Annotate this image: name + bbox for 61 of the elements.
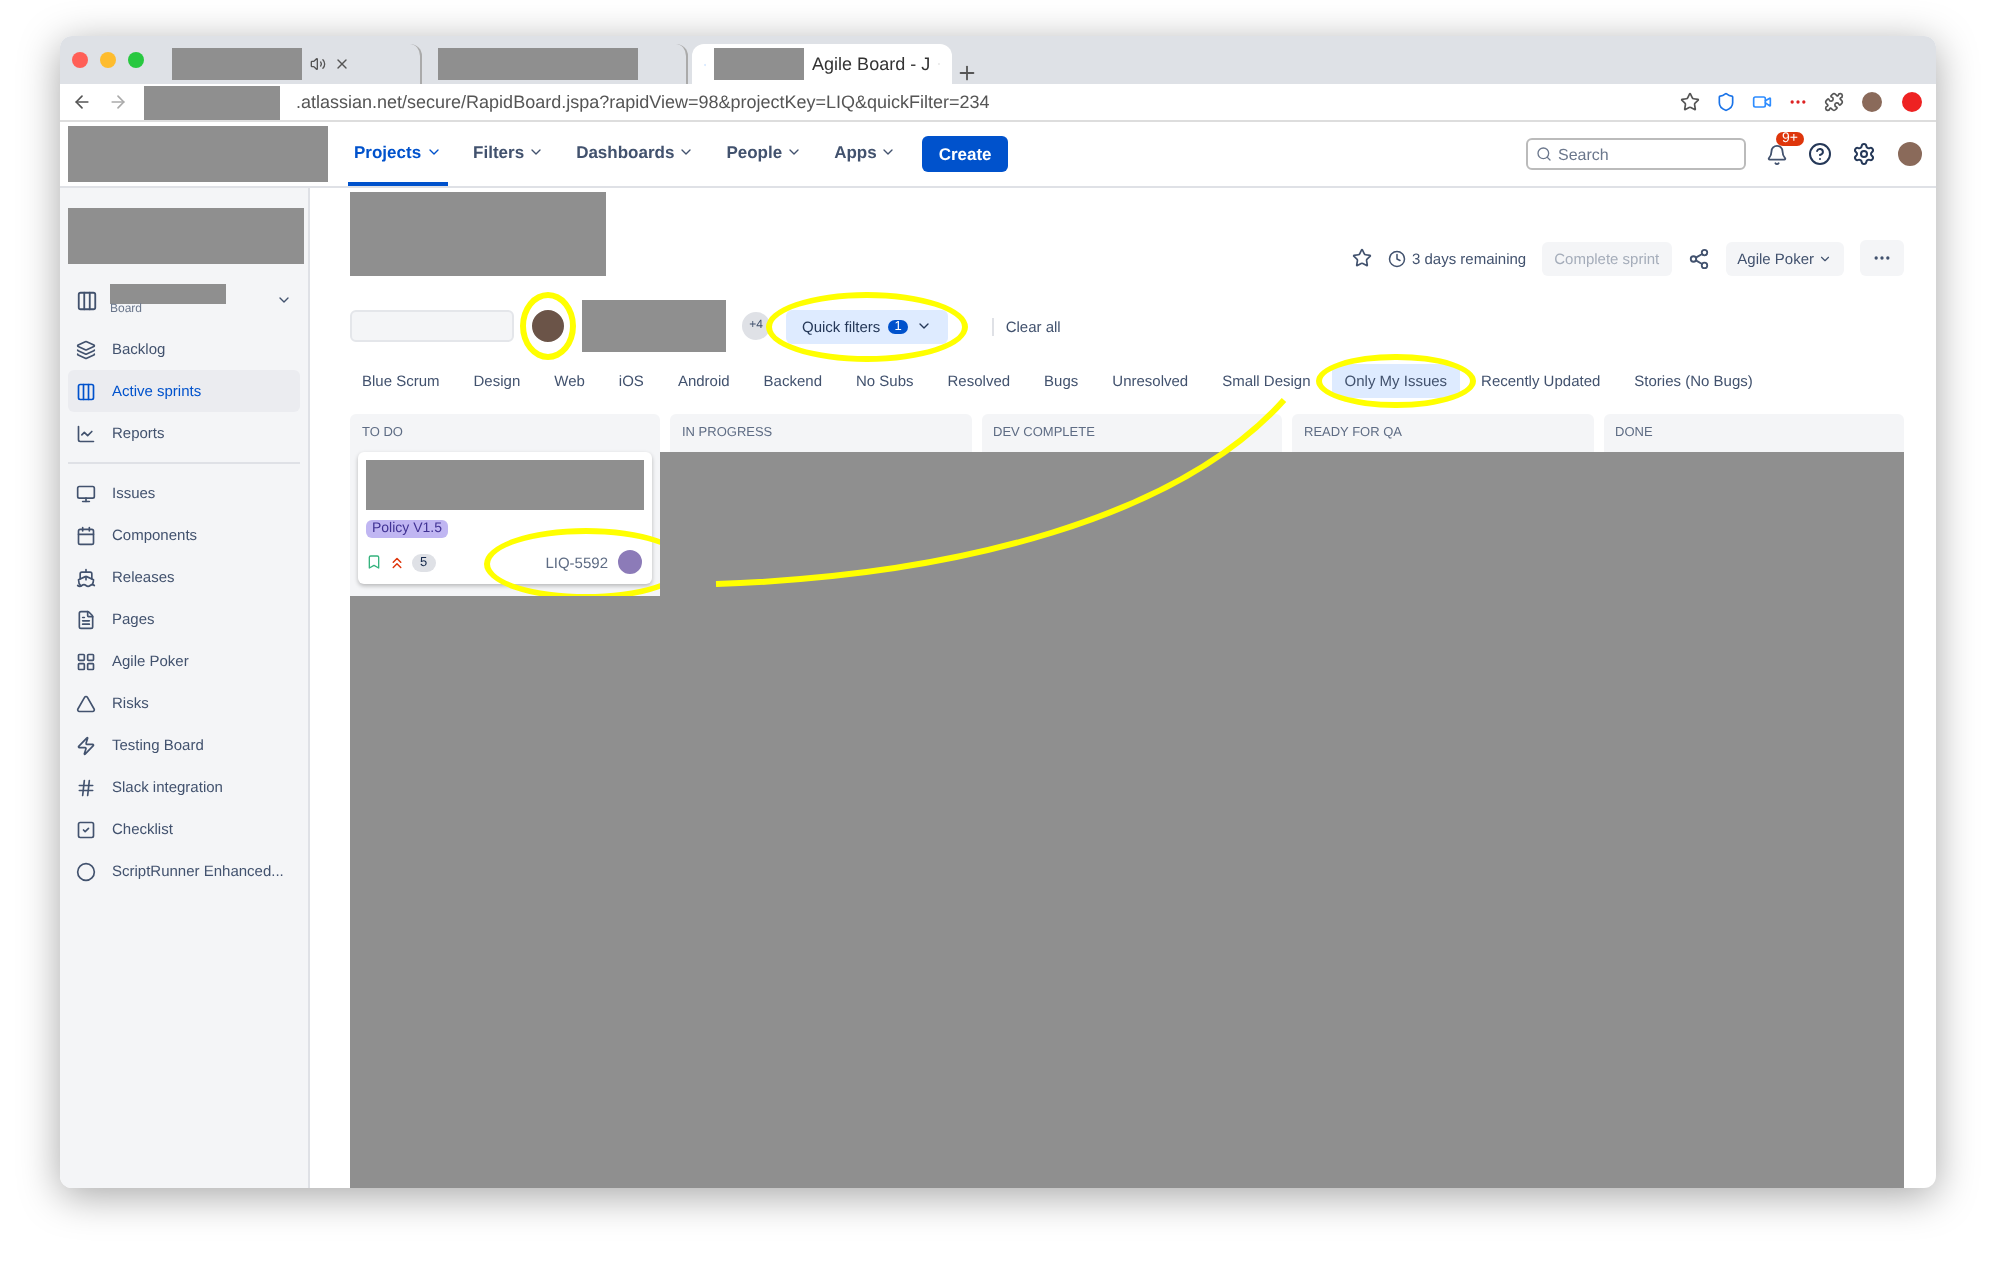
search-field[interactable]: Search — [1526, 138, 1746, 170]
search-icon — [1536, 146, 1552, 162]
chevron-icon — [786, 144, 803, 160]
puzzle-icon[interactable] — [1824, 92, 1844, 112]
redacted-block — [582, 300, 726, 352]
chart-icon — [76, 423, 96, 443]
chevron-icon — [678, 144, 695, 160]
shield-icon[interactable] — [1716, 92, 1736, 112]
chevron-icon — [425, 144, 442, 160]
search-field[interactable] — [350, 310, 514, 342]
bolt-icon — [76, 735, 96, 755]
address-field[interactable]: .atlassian.net/secure/RapidBoard.jspa?rapidView=98&projectKey=LIQ&quickFilter=234 — [296, 92, 1664, 112]
avatar[interactable] — [1860, 90, 1884, 114]
tab-title: Agile Board - J — [812, 54, 931, 74]
columns-icon — [76, 381, 96, 401]
hash-icon — [76, 777, 96, 797]
chevron-icon — [880, 144, 897, 160]
nav-menu[interactable]: Projects — [348, 122, 448, 186]
checkbox-icon — [76, 819, 96, 839]
back-icon[interactable] — [72, 92, 92, 112]
stack-icon — [76, 339, 96, 359]
avatar[interactable] — [530, 308, 566, 344]
calendar-icon — [76, 525, 96, 545]
close-icon[interactable] — [334, 56, 350, 72]
document-icon — [76, 609, 96, 629]
board-icon — [76, 289, 98, 311]
avatar — [616, 548, 644, 576]
help-icon[interactable] — [1808, 142, 1832, 166]
nav-menu[interactable]: Apps — [828, 122, 903, 186]
settings-icon[interactable] — [1852, 142, 1876, 166]
share-icon[interactable] — [1687, 247, 1710, 269]
star-icon[interactable] — [1680, 92, 1700, 112]
nav-menu[interactable]: Dashboards — [570, 122, 701, 186]
grid-icon — [76, 651, 96, 671]
nav-menu[interactable]: People — [720, 122, 809, 186]
new-tab-icon[interactable] — [956, 62, 978, 84]
caret-icon — [1818, 251, 1832, 265]
redacted-block — [172, 48, 302, 80]
circle-icon — [76, 861, 96, 881]
nav-menu[interactable]: Filters — [467, 122, 551, 186]
speaker-icon[interactable] — [310, 56, 326, 72]
priority-icon — [388, 553, 406, 571]
annotation-circle — [520, 292, 576, 360]
chevron-icon — [915, 318, 932, 334]
ship-icon — [76, 567, 96, 587]
avatar[interactable] — [1896, 140, 1924, 168]
redacted-block — [144, 85, 280, 119]
redacted-block — [110, 284, 226, 304]
browser-tab[interactable]: Agile Board - J — [692, 44, 952, 84]
extension-icon[interactable] — [1900, 90, 1924, 114]
video-icon[interactable] — [1752, 92, 1772, 112]
create-button[interactable]: Create — [922, 136, 1008, 172]
bell-icon[interactable] — [1766, 143, 1788, 165]
clock-icon — [1387, 249, 1406, 267]
bookmark-icon — [366, 554, 382, 570]
star-icon[interactable] — [1351, 248, 1372, 268]
chevron-icon[interactable] — [276, 292, 292, 308]
chevron-icon — [528, 144, 545, 160]
redacted-block — [714, 48, 805, 80]
monitor-icon — [76, 483, 96, 503]
triangle-icon — [76, 693, 96, 713]
